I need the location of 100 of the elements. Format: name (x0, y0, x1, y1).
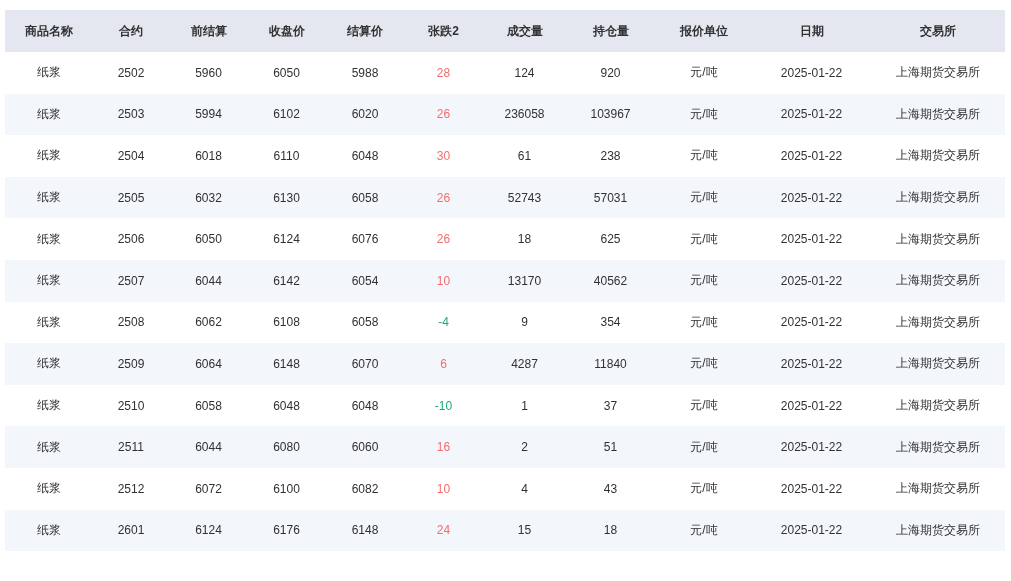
table-cell: 元/吨 (655, 135, 753, 177)
table-cell: 上海期货交易所 (870, 218, 1005, 260)
table-cell: 236058 (483, 93, 566, 136)
table-cell: 6124 (170, 509, 247, 552)
table-cell: 26 (404, 93, 483, 136)
table-cell: 6050 (247, 52, 326, 94)
table-cell: 4287 (483, 343, 566, 385)
table-cell: 6076 (326, 218, 404, 260)
table-cell: -4 (404, 301, 483, 344)
table-cell: 6032 (170, 176, 247, 219)
table-cell: 2025-01-22 (753, 301, 870, 344)
column-header: 合约 (92, 10, 170, 52)
table-cell: 10 (404, 467, 483, 510)
table-cell: 6020 (326, 93, 404, 136)
table-cell: 5994 (170, 93, 247, 136)
table-cell: 2025-01-22 (753, 426, 870, 468)
table-cell: 2503 (92, 93, 170, 136)
table-cell: 元/吨 (655, 343, 753, 385)
table-cell: 61 (483, 135, 566, 177)
table-cell: 纸浆 (5, 384, 92, 427)
table-cell: 103967 (566, 93, 655, 136)
column-header: 收盘价 (247, 10, 326, 52)
table-cell: 元/吨 (655, 426, 753, 468)
table-cell: 2025-01-22 (753, 343, 870, 385)
table-cell: 6058 (326, 301, 404, 344)
table-cell: 2504 (92, 135, 170, 177)
table-cell: 6070 (326, 343, 404, 385)
table-cell: 920 (566, 52, 655, 94)
table-cell: 上海期货交易所 (870, 384, 1005, 427)
table-cell: 2601 (92, 509, 170, 552)
table-cell: 上海期货交易所 (870, 52, 1005, 94)
table-cell: 纸浆 (5, 176, 92, 219)
table-cell: 6062 (170, 301, 247, 344)
table-cell: 纸浆 (5, 509, 92, 552)
table-cell: 6108 (247, 301, 326, 344)
table-cell: 纸浆 (5, 259, 92, 302)
table-cell: 30 (404, 135, 483, 177)
column-header: 交易所 (870, 10, 1005, 52)
table-cell: 纸浆 (5, 426, 92, 468)
table-cell: 2505 (92, 176, 170, 219)
table-cell: 2025-01-22 (753, 384, 870, 427)
table-cell: 2025-01-22 (753, 52, 870, 94)
column-header: 张跌2 (404, 10, 483, 52)
table-cell: 11840 (566, 343, 655, 385)
table-cell: 26 (404, 218, 483, 260)
table-cell: 纸浆 (5, 135, 92, 177)
table-cell: 6102 (247, 93, 326, 136)
table-cell: 6058 (170, 384, 247, 427)
column-header: 商品名称 (5, 10, 92, 52)
table-cell: 2025-01-22 (753, 509, 870, 552)
table-cell: 纸浆 (5, 343, 92, 385)
table-cell: 上海期货交易所 (870, 176, 1005, 219)
column-header: 日期 (753, 10, 870, 52)
table-cell: 2508 (92, 301, 170, 344)
table-cell: 2025-01-22 (753, 176, 870, 219)
table-cell: 2025-01-22 (753, 93, 870, 136)
table-cell: 纸浆 (5, 467, 92, 510)
table-cell: 9 (483, 301, 566, 344)
table-cell: 元/吨 (655, 301, 753, 344)
table-cell: 6 (404, 343, 483, 385)
table-cell: 上海期货交易所 (870, 426, 1005, 468)
table-cell: 6142 (247, 259, 326, 302)
table-cell: 6058 (326, 176, 404, 219)
table-cell: 6064 (170, 343, 247, 385)
table-cell: 24 (404, 509, 483, 552)
table-cell: 6148 (247, 343, 326, 385)
table-cell: 上海期货交易所 (870, 343, 1005, 385)
table-cell: 28 (404, 52, 483, 94)
table-cell: 2 (483, 426, 566, 468)
table-cell: 2509 (92, 343, 170, 385)
table-cell: 10 (404, 259, 483, 302)
table-cell: 2507 (92, 259, 170, 302)
column-header: 报价单位 (655, 10, 753, 52)
table-cell: 354 (566, 301, 655, 344)
table-cell: 5988 (326, 52, 404, 94)
table-cell: 6082 (326, 467, 404, 510)
column-header: 成交量 (483, 10, 566, 52)
table-cell: 2502 (92, 52, 170, 94)
column-header: 前结算 (170, 10, 247, 52)
table-cell: 上海期货交易所 (870, 135, 1005, 177)
table-cell: 2511 (92, 426, 170, 468)
table-cell: 51 (566, 426, 655, 468)
table-cell: 6048 (326, 135, 404, 177)
table-cell: 6100 (247, 467, 326, 510)
table-cell: 16 (404, 426, 483, 468)
table-cell: 上海期货交易所 (870, 509, 1005, 552)
table-cell: 15 (483, 509, 566, 552)
table-cell: 纸浆 (5, 218, 92, 260)
table-cell: 26 (404, 176, 483, 219)
table-cell: 6124 (247, 218, 326, 260)
table-cell: 元/吨 (655, 218, 753, 260)
table-cell: 6044 (170, 259, 247, 302)
table-cell: 6044 (170, 426, 247, 468)
table-cell: 2025-01-22 (753, 218, 870, 260)
table-cell: -10 (404, 384, 483, 427)
table-cell: 6018 (170, 135, 247, 177)
table-cell: 6048 (326, 384, 404, 427)
table-cell: 37 (566, 384, 655, 427)
table-cell: 57031 (566, 176, 655, 219)
table-cell: 238 (566, 135, 655, 177)
